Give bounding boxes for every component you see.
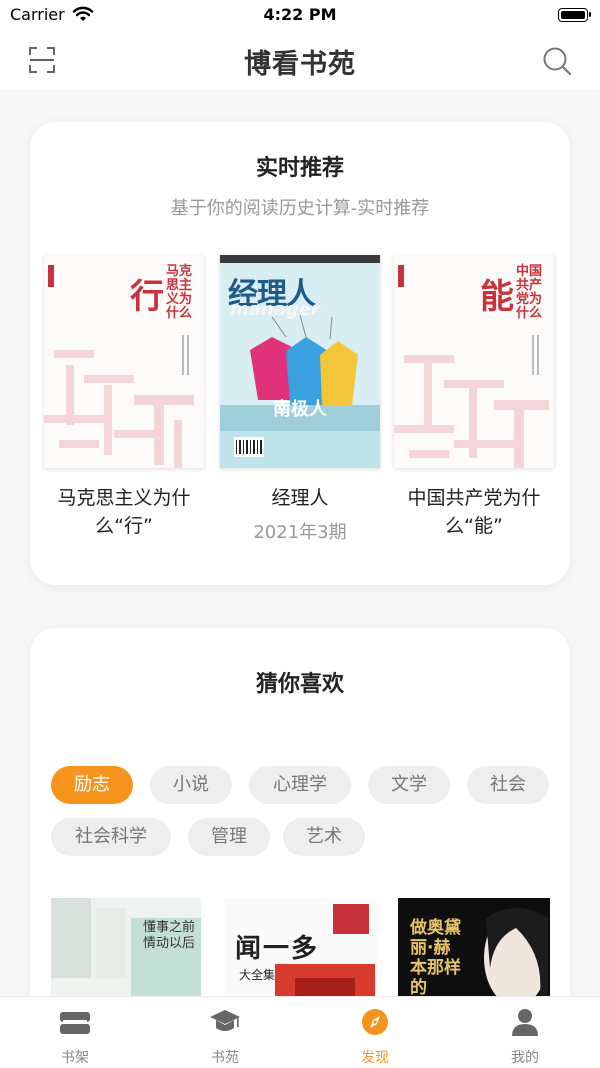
cover-title: 做奥黛丽·赫本那样的 [410, 918, 461, 998]
cover-subtitle: 大全集 [239, 968, 276, 982]
book-cover[interactable]: 懂事之前 情动以后 [51, 898, 201, 1008]
tab-label: 发现 [361, 1050, 389, 1066]
realtime-recommend-card: 实时推荐 基于你的阅读历史计算-实时推荐 行 马克思主义为什么 马克思主义为什么… [30, 122, 570, 585]
status-bar: Carrier 4:22 PM [0, 0, 600, 32]
cover-big-char: 能 [480, 277, 514, 317]
tab-mine[interactable]: 我的 [450, 997, 600, 1068]
tab-label: 书架 [61, 1050, 89, 1066]
tag-psychology[interactable]: 心理学 [249, 766, 351, 804]
book-cover[interactable]: 行 马克思主义为什么 [44, 255, 204, 468]
tab-discover[interactable]: 发现 [300, 997, 450, 1068]
book-item[interactable]: 能 中国共产党为什么 中国共产党为什么“能” [394, 255, 554, 540]
bookshelf-icon [60, 1012, 90, 1034]
tab-label: 我的 [511, 1050, 539, 1066]
search-icon[interactable] [542, 46, 572, 76]
compass-icon [362, 1009, 388, 1035]
book-cover[interactable]: 做奥黛丽·赫本那样的 [398, 898, 550, 1008]
cover-title: 懂事之前 情动以后 [143, 920, 196, 951]
book-title[interactable]: 经理人 [220, 484, 380, 512]
book-cover[interactable]: 经理人 manager 南极人 [220, 255, 380, 468]
section-title: 猜你喜欢 [255, 672, 344, 697]
tab-label: 书苑 [211, 1050, 239, 1066]
book-title[interactable]: 马克思主义为什么“行” [44, 484, 204, 540]
book-item[interactable]: 行 马克思主义为什么 马克思主义为什么“行” [44, 255, 204, 540]
tag-management[interactable]: 管理 [188, 818, 270, 856]
cover-caption: 南极人 [273, 399, 327, 420]
navigation-bar: 博看书苑 [0, 32, 600, 90]
cover-big-char: 行 [130, 277, 164, 317]
clock: 4:22 PM [263, 5, 337, 24]
tag-art[interactable]: 艺术 [283, 818, 365, 856]
cover-side-text: 中国共产党为什么 [516, 264, 543, 321]
book-issue: 2021年3期 [253, 522, 347, 543]
book-cover[interactable]: 闻一多 大全集 [225, 898, 377, 1008]
book-title[interactable]: 中国共产党为什么“能” [394, 484, 554, 540]
cover-title: 闻一多 [235, 934, 320, 964]
tab-bookgarden[interactable]: 书苑 [150, 997, 300, 1068]
book-item[interactable]: 经理人 manager 南极人 经理人 2021年3期 [220, 255, 380, 544]
book-cover[interactable]: 能 中国共产党为什么 [394, 255, 554, 468]
battery-icon [558, 8, 591, 22]
tag-novel[interactable]: 小说 [150, 766, 232, 804]
tag-social-science[interactable]: 社会科学 [51, 818, 171, 856]
tag-society[interactable]: 社会 [467, 766, 549, 804]
section-title: 实时推荐 [255, 156, 344, 181]
section-subtitle: 基于你的阅读历史计算-实时推荐 [170, 198, 430, 219]
person-icon [512, 1009, 538, 1036]
cover-side-text: 马克思主义为什么 [166, 264, 193, 321]
tab-bar: 书架 书苑 发现 我的 [0, 996, 600, 1068]
graduation-cap-icon [210, 1010, 240, 1031]
page-title: 博看书苑 [244, 49, 356, 80]
tab-bookshelf[interactable]: 书架 [0, 997, 150, 1068]
tag-literature[interactable]: 文学 [368, 766, 450, 804]
tag-inspirational[interactable]: 励志 [51, 766, 133, 804]
cover-side-text: manager [230, 299, 320, 320]
